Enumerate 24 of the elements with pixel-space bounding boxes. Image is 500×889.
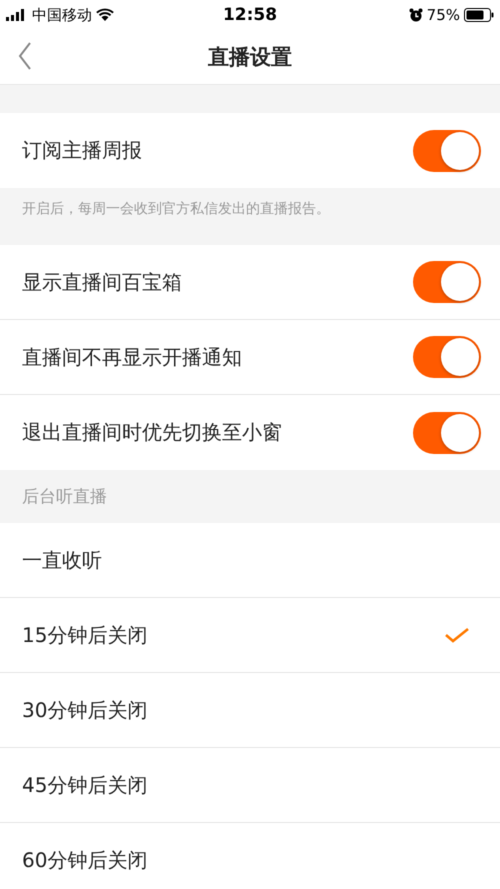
section-header: 后台听直播 [0,470,500,523]
setting-label: 退出直播间时优先切换至小窗 [22,419,282,446]
toggle-switch[interactable] [413,412,481,454]
battery-percentage: 75% [426,6,460,24]
toggle-switch[interactable] [413,130,481,172]
back-button[interactable] [18,42,32,70]
option-label: 30分钟后关闭 [22,696,148,724]
setting-label: 订阅主播周报 [22,137,142,164]
clock-time: 12:58 [222,5,278,25]
option-label: 15分钟后关闭 [22,622,148,648]
hint-text: 开启后，每周一会收到官方私信发出的直播报告。 [0,188,500,245]
page-title: 直播设置 [208,44,292,71]
option-label: 45分钟后关闭 [22,772,148,798]
carrier-name: 中国移动 [32,6,92,24]
setting-label: 显示直播间百宝箱 [22,268,182,296]
wifi-icon [96,8,114,22]
battery-icon [464,8,494,22]
setting-label: 直播间不再显示开播通知 [22,344,242,370]
toggle-switch[interactable] [413,336,481,378]
option-label: 60分钟后关闭 [22,846,148,874]
alarm-clock-icon [408,8,423,22]
toggle-switch[interactable] [413,261,481,303]
option-label: 一直收听 [22,546,102,574]
back-chevron-icon [18,42,32,70]
